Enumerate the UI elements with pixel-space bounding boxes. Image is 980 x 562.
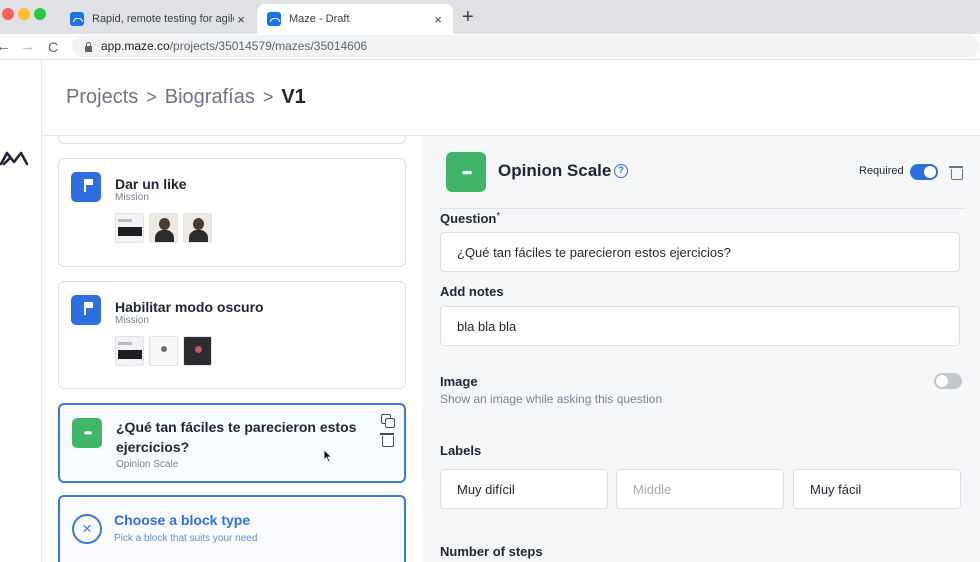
screen-thumbnail — [149, 213, 178, 243]
new-tab-button[interactable]: + — [462, 6, 474, 28]
help-icon[interactable]: ? — [614, 164, 628, 178]
screen-thumbnails — [115, 336, 212, 366]
reload-icon[interactable]: C — [48, 37, 58, 57]
url-field[interactable]: app.maze.co/projects/35014579/mazes/3501… — [72, 35, 980, 57]
block-type: Mission — [115, 192, 149, 203]
forward-arrow-icon[interactable]: → — [20, 37, 35, 57]
choose-block-title: Choose a block type — [114, 512, 251, 528]
image-label: Image — [440, 374, 478, 389]
tab-title: Rapid, remote testing for agile — [92, 13, 234, 25]
choose-block-subtitle: Pick a block that suits your need — [114, 533, 258, 544]
window-close-button[interactable] — [2, 8, 14, 20]
panel-title: Opinion Scale — [498, 161, 612, 180]
opinion-scale-glyph: ••• — [461, 164, 473, 180]
url-text: app.maze.co/projects/35014579/mazes/3501… — [101, 39, 367, 53]
trash-icon[interactable] — [380, 432, 394, 447]
block-actions — [380, 413, 395, 447]
browser-tab-maze-draft[interactable]: Maze - Draft × — [257, 4, 453, 34]
close-circle-icon[interactable]: × — [72, 514, 102, 544]
notes-label: Add notes — [440, 284, 504, 299]
mission-flag-icon — [71, 295, 101, 325]
question-label-text: Question — [440, 211, 497, 226]
mouse-cursor-icon — [323, 449, 333, 463]
required-toggle[interactable] — [910, 164, 938, 180]
lock-icon — [84, 41, 93, 52]
block-title: Habilitar modo oscuro — [115, 299, 264, 315]
required-label: Required — [859, 165, 904, 177]
mission-flag-icon — [71, 172, 101, 202]
breadcrumb: Projects > Biografías > V1 — [66, 86, 306, 109]
required-star: * — [496, 211, 501, 222]
block-list: Dar un like Mission Habilitar modo oscur… — [42, 136, 422, 562]
screen-thumbnails — [115, 213, 212, 243]
tab-close-icon[interactable]: × — [431, 12, 445, 27]
tab-title: Maze - Draft — [289, 13, 350, 25]
screen-thumbnail — [183, 336, 212, 366]
block-type: Opinion Scale — [116, 459, 179, 470]
maze-favicon-icon — [70, 12, 84, 26]
middle-label-input[interactable] — [616, 469, 784, 509]
screen-thumbnail — [149, 336, 178, 366]
url-path: /projects/35014579/mazes/35014606 — [169, 39, 368, 53]
block-card-habilitar-modo-oscuro[interactable]: Habilitar modo oscuro Mission — [58, 281, 406, 389]
question-label: Question* — [440, 211, 500, 226]
number-of-steps-label: Number of steps — [440, 544, 543, 559]
block-title: Dar un like — [115, 176, 187, 192]
block-card-dar-un-like[interactable]: Dar un like Mission — [58, 158, 406, 267]
trash-icon[interactable] — [949, 165, 963, 180]
breadcrumb-projects[interactable]: Projects — [66, 86, 138, 109]
window-maximize-button[interactable] — [34, 8, 46, 20]
app-header: Projects > Biografías > V1 — [42, 60, 980, 136]
divider — [440, 208, 966, 209]
block-card-opinion-scale-selected[interactable]: ••• ¿Qué tan fáciles te parecieron estos… — [58, 403, 406, 483]
screen-thumbnail — [115, 213, 144, 243]
chevron-right-icon: > — [262, 87, 274, 107]
block-card-previous[interactable] — [58, 136, 406, 144]
opinion-scale-icon: ••• — [446, 152, 486, 192]
breadcrumb-biografias[interactable]: Biografías — [165, 86, 255, 109]
labels-label: Labels — [440, 443, 482, 458]
block-type: Mission — [115, 315, 149, 326]
opinion-scale-icon: ••• — [72, 418, 102, 448]
breadcrumb-current-maze: V1 — [281, 86, 306, 108]
screen-thumbnail — [115, 336, 144, 366]
image-toggle[interactable] — [934, 373, 962, 389]
block-settings-panel: ••• Opinion Scale ? Required Question* A… — [422, 136, 980, 562]
tab-close-icon[interactable]: × — [234, 12, 248, 27]
choose-block-type-card[interactable]: × Choose a block type Pick a block that … — [58, 495, 406, 562]
back-arrow-icon[interactable]: ← — [0, 37, 11, 57]
opinion-scale-glyph: ••• — [83, 426, 93, 440]
left-label-input[interactable] — [440, 469, 608, 509]
right-label-input[interactable] — [793, 469, 961, 509]
maze-logo-icon[interactable] — [0, 150, 28, 166]
image-description: Show an image while asking this question — [440, 392, 663, 406]
notes-input[interactable] — [440, 306, 960, 346]
maze-favicon-icon — [267, 12, 281, 26]
question-input[interactable] — [440, 232, 960, 272]
browser-tab-bar: Rapid, remote testing for agile × Maze -… — [0, 0, 980, 34]
window-minimize-button[interactable] — [18, 8, 30, 20]
chevron-right-icon: > — [146, 87, 157, 107]
browser-tab-rapid-testing[interactable]: Rapid, remote testing for agile × — [60, 4, 256, 34]
app-left-rail — [0, 60, 42, 562]
duplicate-icon[interactable] — [380, 413, 395, 428]
browser-address-bar: ← → C app.maze.co/projects/35014579/maze… — [0, 34, 980, 60]
screen-thumbnail — [183, 213, 212, 243]
url-host: app.maze.co — [101, 39, 170, 53]
